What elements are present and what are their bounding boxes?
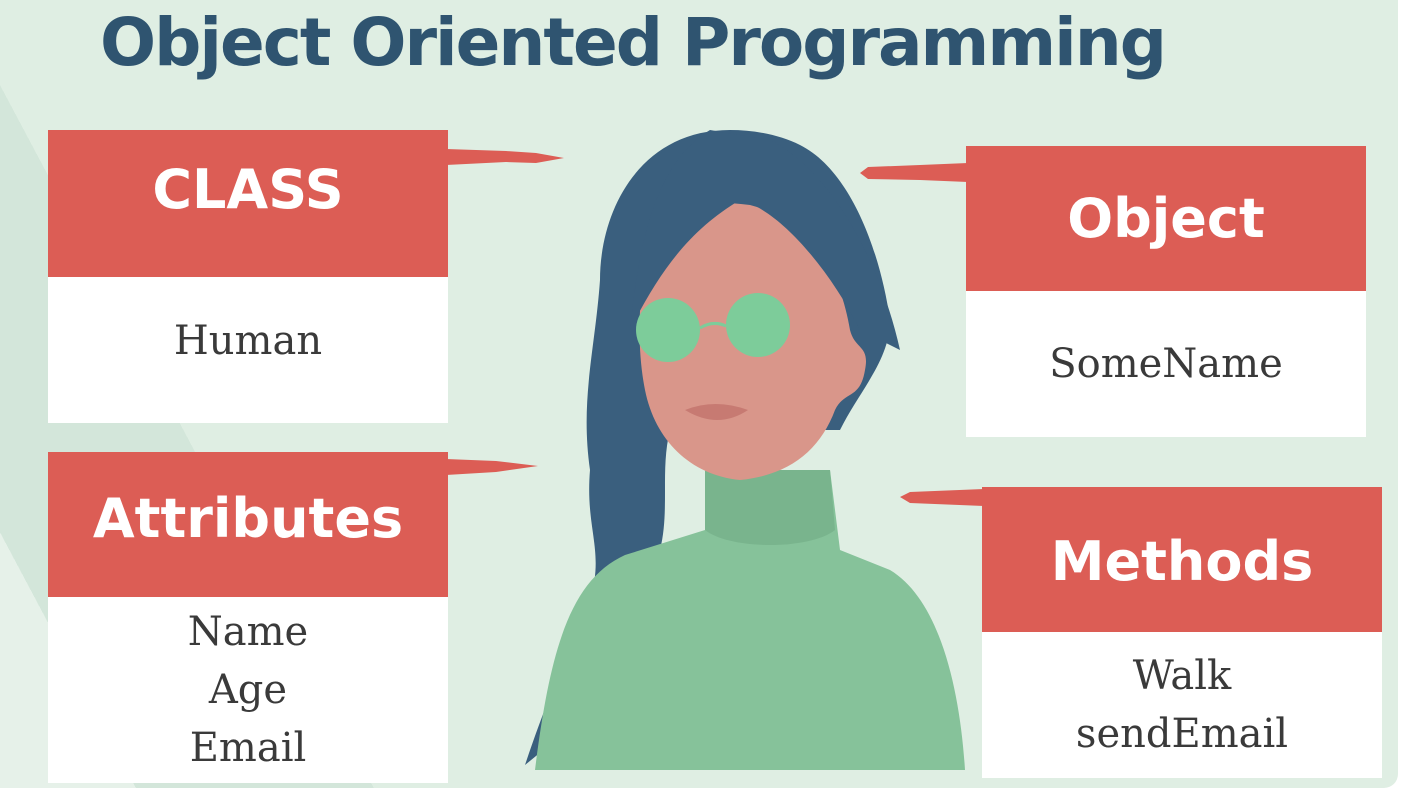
class-heading: CLASS <box>48 130 448 277</box>
glasses-right-lens <box>726 293 790 357</box>
page-title: Object Oriented Programming <box>100 4 1167 81</box>
attributes-heading: Attributes <box>48 452 448 597</box>
method-item: Walk <box>1132 653 1232 699</box>
glasses-left-lens <box>636 298 700 362</box>
object-card: Object SomeName <box>966 146 1366 437</box>
method-item: sendEmail <box>1075 711 1289 757</box>
methods-heading: Methods <box>982 487 1382 632</box>
attribute-item: Age <box>208 667 288 713</box>
attribute-item: Email <box>189 725 307 771</box>
person-illustration <box>525 130 965 770</box>
attribute-item: Name <box>187 609 309 655</box>
methods-card: Methods Walk sendEmail <box>982 487 1382 778</box>
object-value: SomeName <box>1049 341 1283 387</box>
class-card: CLASS Human <box>48 130 448 423</box>
attributes-card: Attributes Name Age Email <box>48 452 448 783</box>
class-value: Human <box>173 318 323 364</box>
object-heading: Object <box>966 146 1366 291</box>
